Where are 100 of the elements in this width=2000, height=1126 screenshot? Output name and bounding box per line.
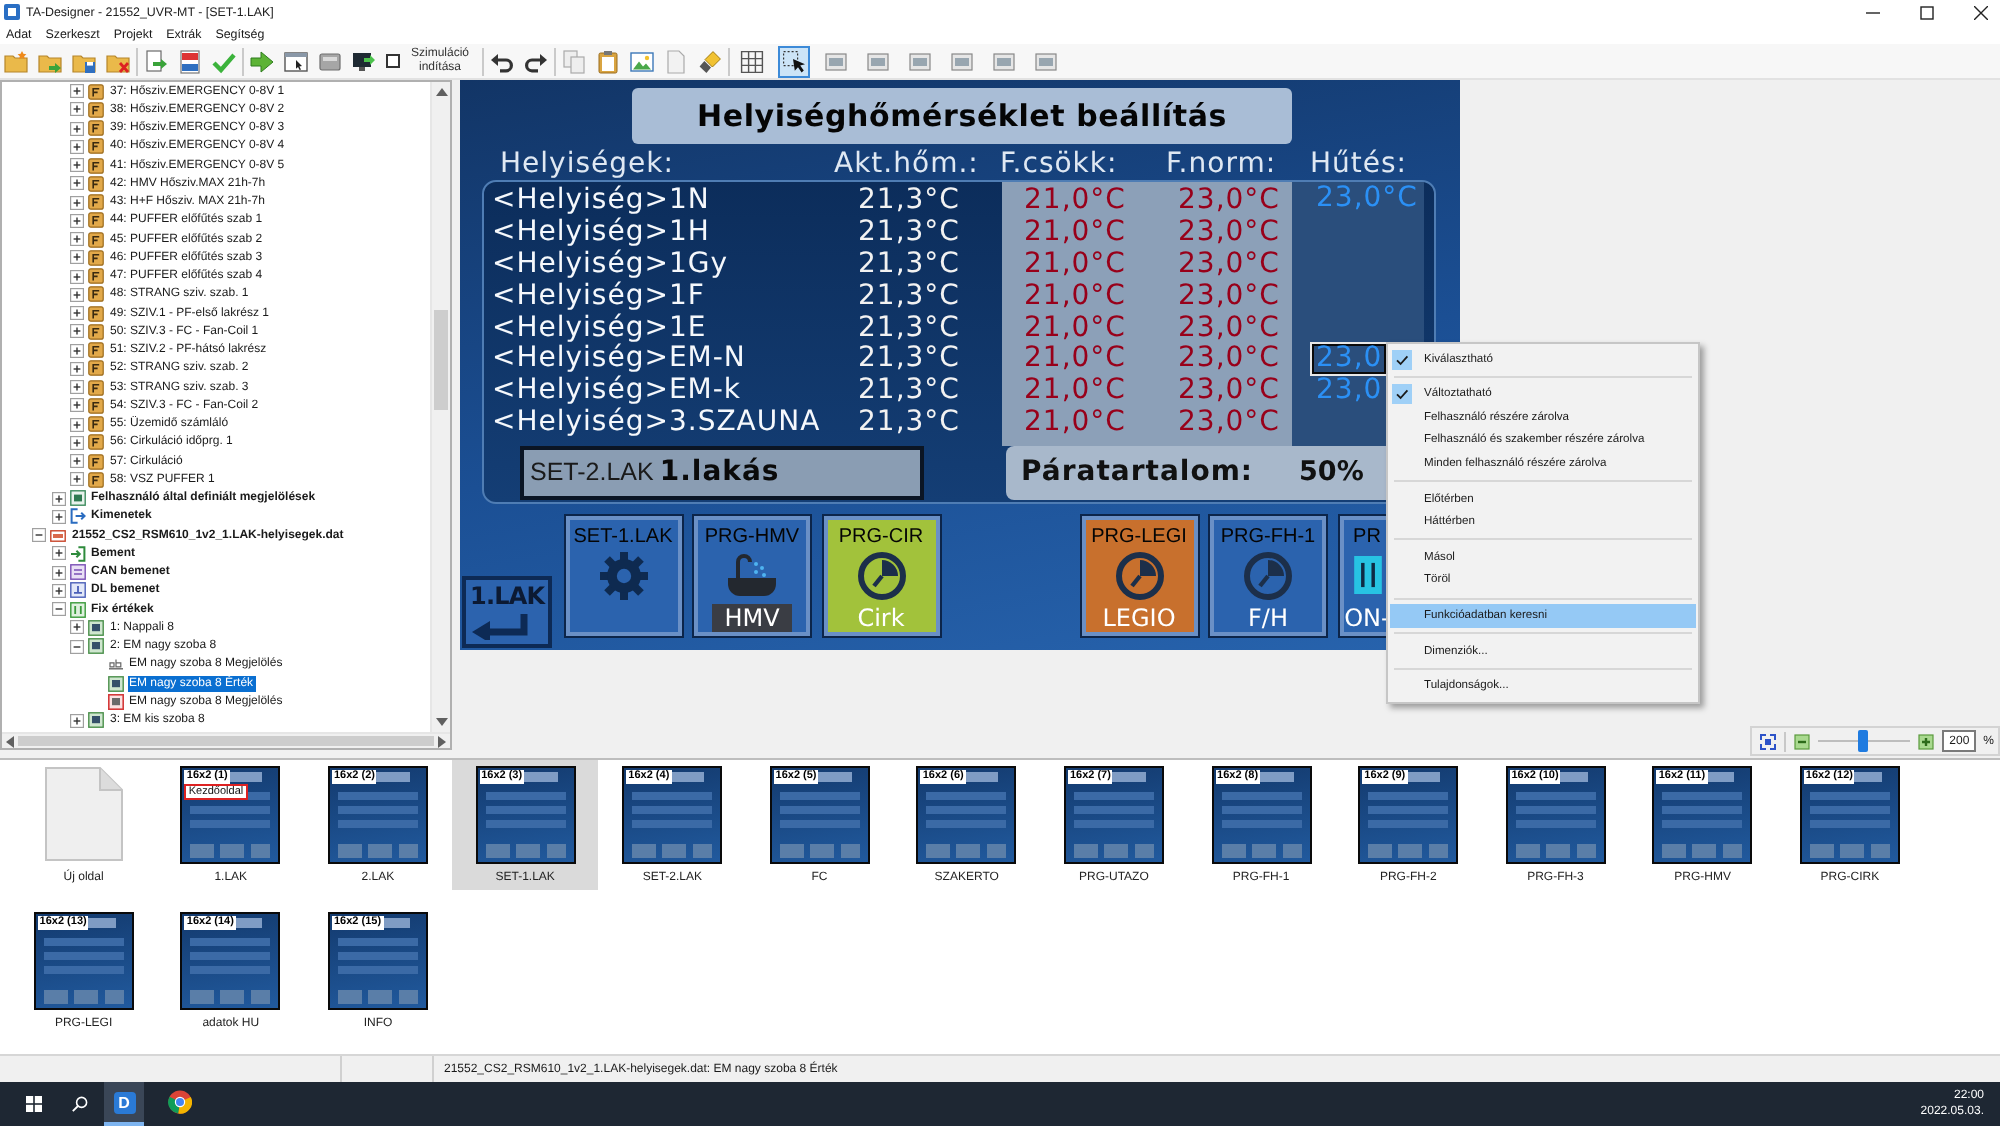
collapse-icon[interactable]	[70, 639, 84, 654]
program-tile[interactable]: PRG-LEGI LEGIO	[1081, 516, 1197, 636]
tool-button[interactable]	[736, 45, 768, 77]
expand-icon[interactable]	[70, 454, 84, 469]
scroll-down-icon[interactable]	[436, 718, 448, 726]
program-tile[interactable]: PRG-HMV HMV	[694, 516, 810, 636]
brush-icon[interactable]	[698, 49, 722, 73]
page-preview-drawing	[769, 766, 870, 864]
expand-icon[interactable]	[70, 361, 84, 376]
expand-icon[interactable]	[70, 269, 84, 284]
temperature-value: 21,3°C	[858, 247, 960, 280]
expand-icon[interactable]	[70, 139, 84, 154]
temperature-value: 23,0°C	[1178, 311, 1280, 344]
device-icon[interactable]	[318, 49, 342, 73]
redo-icon[interactable]	[524, 49, 548, 73]
expand-icon[interactable]	[70, 435, 84, 450]
expand-icon[interactable]	[70, 102, 84, 117]
expand-icon[interactable]	[70, 713, 84, 728]
expand-icon[interactable]	[70, 398, 84, 413]
expand-icon[interactable]	[70, 158, 84, 173]
scrollbar-thumb[interactable]	[434, 310, 448, 410]
temperature-value: 21,0°C	[1024, 279, 1126, 312]
zoom-out-icon[interactable]	[1793, 733, 1810, 749]
image-icon[interactable]	[630, 49, 654, 73]
temperature-value: 23,0°C	[1178, 183, 1280, 216]
window-icon[interactable]	[284, 49, 308, 73]
vertical-scrollbar[interactable]	[430, 82, 450, 732]
value-icon	[107, 675, 123, 692]
expand-icon[interactable]	[70, 472, 84, 487]
arrow-right-icon[interactable]	[250, 49, 274, 73]
folder-arrow-icon[interactable]	[38, 49, 62, 73]
frame-icon	[992, 49, 1016, 73]
text-icon	[107, 656, 123, 673]
clock-icon	[1111, 550, 1167, 602]
temperature-value: 21,0°C	[1024, 247, 1126, 280]
collapse-icon[interactable]	[51, 602, 65, 617]
expand-icon[interactable]	[70, 417, 84, 432]
scrollbar-thumb[interactable]	[18, 736, 434, 746]
slider-thumb[interactable]	[1858, 730, 1869, 752]
checkbox[interactable]	[386, 54, 400, 68]
checkmark-icon[interactable]	[212, 49, 236, 73]
document-icon[interactable]	[178, 49, 202, 73]
scroll-right-icon[interactable]	[438, 735, 446, 747]
scroll-left-icon[interactable]	[6, 735, 14, 747]
temperature-value: 23,0°C	[1178, 342, 1280, 375]
app-logo: D	[113, 1091, 135, 1113]
column-header: Hűtés:	[1310, 150, 1410, 178]
gear-icon	[595, 550, 651, 602]
fit-to-window-icon[interactable]	[1759, 733, 1776, 749]
temperature-value: 21,3°C	[858, 311, 960, 344]
expand-icon[interactable]	[70, 84, 84, 99]
frame-icon	[824, 49, 848, 73]
humidity-label: Páratartalom:	[1019, 456, 1256, 489]
scroll-up-icon[interactable]	[436, 88, 448, 96]
page-preview-drawing	[1358, 766, 1459, 864]
collapse-icon[interactable]	[32, 528, 46, 543]
marker-list-icon	[69, 490, 85, 507]
expand-icon[interactable]	[51, 583, 65, 598]
bathtub-icon	[724, 550, 780, 602]
expand-icon[interactable]	[51, 565, 65, 580]
expand-icon[interactable]	[70, 121, 84, 136]
paste-icon[interactable]	[596, 49, 620, 73]
zoom-in-icon[interactable]	[1917, 733, 1934, 749]
expand-icon[interactable]	[51, 509, 65, 524]
page-preview-drawing	[916, 766, 1017, 864]
page-preview-drawing	[33, 912, 134, 1010]
maximize-icon[interactable]	[1920, 5, 1934, 19]
expand-icon[interactable]	[70, 343, 84, 358]
expand-icon[interactable]	[70, 232, 84, 247]
output-icon	[69, 508, 85, 525]
expand-icon[interactable]	[70, 213, 84, 228]
expand-icon[interactable]	[70, 380, 84, 395]
expand-icon[interactable]	[70, 176, 84, 191]
start-icon[interactable]	[26, 1096, 42, 1112]
expand-icon[interactable]	[70, 287, 84, 302]
program-tile[interactable]: PRG-FH-1 F/H	[1210, 516, 1326, 636]
program-tile[interactable]: PRG-CIR Cirk	[823, 516, 939, 636]
expand-icon[interactable]	[70, 250, 84, 265]
undo-icon[interactable]	[490, 49, 514, 73]
taskbar-app-button[interactable]: D	[104, 1082, 144, 1126]
close-icon[interactable]	[1974, 5, 1988, 19]
expand-icon[interactable]	[70, 306, 84, 321]
search-icon[interactable]	[72, 1096, 88, 1112]
column-header: Helyiségek:	[500, 150, 676, 178]
folder-cross-icon[interactable]	[106, 49, 130, 73]
grid-icon	[740, 49, 764, 73]
expand-icon[interactable]	[70, 620, 84, 635]
folder-star-icon[interactable]	[4, 49, 28, 73]
expand-icon[interactable]	[70, 324, 84, 339]
clock-icon	[853, 550, 909, 602]
temperature-value: 23,0°C	[1178, 247, 1280, 280]
expand-icon[interactable]	[70, 195, 84, 210]
temperature-value: 21,3°C	[858, 342, 960, 375]
room-name: <Helyiség>EM-k	[492, 374, 742, 407]
horizontal-scrollbar[interactable]	[2, 732, 450, 748]
tool-button[interactable]	[778, 45, 810, 77]
expand-icon[interactable]	[51, 546, 65, 561]
room-name: <Helyiség>1N	[492, 183, 710, 216]
monitor-icon[interactable]	[352, 49, 376, 73]
expand-icon[interactable]	[51, 491, 65, 506]
